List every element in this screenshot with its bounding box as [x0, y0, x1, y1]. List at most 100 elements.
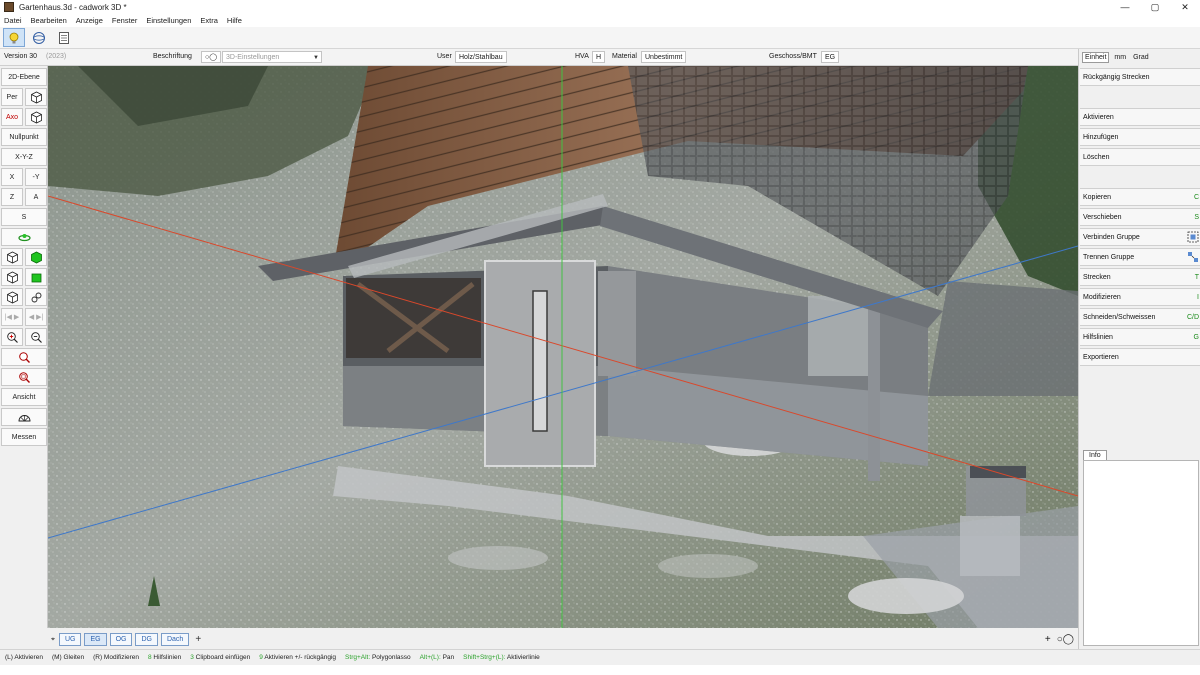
cube-icon	[6, 291, 18, 303]
view-button[interactable]: Ansicht	[1, 388, 47, 406]
add-view-button[interactable]: +	[1045, 634, 1051, 645]
add-button[interactable]: Hinzufügen	[1080, 128, 1200, 146]
corner-post	[868, 306, 880, 481]
pin-icon[interactable]: ⌖	[51, 636, 55, 644]
units-row: Einheit mm Grad	[1079, 49, 1200, 66]
zoom-out-button[interactable]	[25, 328, 47, 346]
point-cloud-scene	[48, 66, 1078, 628]
minimize-button[interactable]: —	[1110, 0, 1140, 14]
zoom-all-button[interactable]	[1, 368, 47, 386]
zoom-out-icon	[30, 331, 42, 343]
undo-stretch-button[interactable]: Rückgängig Strecken	[1080, 68, 1200, 86]
hint-pan: Alt+(L): Pan	[419, 654, 455, 661]
bottom-right-controls: + ○◯	[1045, 631, 1074, 648]
storage-box-lower	[960, 516, 1020, 576]
label-settings-icon[interactable]: ○◯	[201, 51, 222, 63]
activate-button[interactable]: Aktivieren	[1080, 108, 1200, 126]
link-button[interactable]	[25, 288, 47, 306]
cube-small-button[interactable]	[1, 288, 23, 306]
zoom-in-button[interactable]	[1, 328, 23, 346]
hint-guides: 8 Hilfslinien	[147, 654, 182, 661]
separate-group-icon	[1188, 252, 1198, 262]
move-shortcut: S	[1194, 213, 1199, 221]
light-bulb-button[interactable]	[3, 28, 25, 47]
floor-tab-ug[interactable]: UG	[58, 633, 82, 646]
floor-tabs-bar: ⌖ UG EG OG DG Dach + + ○◯	[48, 631, 1078, 648]
floor-tab-dach[interactable]: Dach	[160, 633, 190, 646]
view-neg-y-button[interactable]: -Y	[25, 168, 47, 186]
maximize-button[interactable]: ▢	[1140, 0, 1170, 14]
floor-tab-dg[interactable]: DG	[135, 633, 158, 646]
zoom-all-icon	[18, 371, 30, 383]
copy-button[interactable]: Kopieren C	[1080, 188, 1200, 206]
rotate-view-button[interactable]	[1, 228, 47, 246]
zoom-window-button[interactable]	[1, 348, 47, 366]
cut-weld-shortcut: C/D	[1186, 313, 1199, 321]
cube-perspective-button[interactable]	[25, 88, 47, 106]
green-block-button[interactable]	[25, 268, 47, 286]
xyz-button[interactable]: X-Y-Z	[1, 148, 47, 166]
sphere-button[interactable]	[28, 28, 50, 47]
unit-grad[interactable]: Grad	[1131, 53, 1151, 62]
view-s-button[interactable]: S	[1, 208, 47, 226]
unit-mm[interactable]: mm	[1112, 53, 1128, 62]
main-toolbar	[0, 27, 1200, 49]
raised-bed	[928, 281, 1078, 396]
guide-lines-button[interactable]: Hilfslinien G	[1080, 328, 1200, 346]
view-z-button[interactable]: Z	[1, 188, 23, 206]
view-x-button[interactable]: X	[1, 168, 23, 186]
menu-anzeige[interactable]: Anzeige	[76, 16, 103, 25]
modify-button[interactable]: Modifizieren I	[1080, 288, 1200, 306]
document-button[interactable]	[53, 28, 75, 47]
modify-shortcut: I	[1197, 293, 1199, 301]
measure-button[interactable]: Messen	[1, 428, 47, 446]
stepping-stone	[658, 554, 758, 578]
cube-wire-button[interactable]	[1, 248, 23, 266]
cut-weld-button[interactable]: Schneiden/Schweissen C/D	[1080, 308, 1200, 326]
menu-fenster[interactable]: Fenster	[112, 16, 137, 25]
origin-button[interactable]: Nullpunkt	[1, 128, 47, 146]
menu-extra[interactable]: Extra	[200, 16, 218, 25]
close-button[interactable]: ✕	[1170, 0, 1200, 14]
perspective-button[interactable]: Per	[1, 88, 23, 106]
prev-view-button[interactable]: |◀ ▶	[1, 308, 23, 326]
floor-tab-og[interactable]: OG	[109, 633, 133, 646]
2d-plane-button[interactable]: 2D-Ebene	[1, 68, 47, 86]
axonometric-button[interactable]: Axo	[1, 108, 23, 126]
3d-viewport[interactable]	[48, 66, 1078, 628]
move-button[interactable]: Verschieben S	[1080, 208, 1200, 226]
hint-glide: (M) Gleiten	[51, 654, 85, 661]
view-a-button[interactable]: A	[25, 188, 47, 206]
delete-button[interactable]: Löschen	[1080, 148, 1200, 166]
geschoss-label: Geschoss/BMT	[769, 53, 817, 60]
menu-einstellungen[interactable]: Einstellungen	[146, 16, 191, 25]
cube-outline-button[interactable]	[1, 268, 23, 286]
geschoss-value[interactable]: EG	[821, 51, 840, 63]
menu-datei[interactable]: Datei	[4, 16, 22, 25]
info-tab[interactable]: Info	[1083, 450, 1107, 460]
join-group-button[interactable]: Verbinden Gruppe	[1080, 228, 1200, 246]
menu-bar: Datei Bearbeiten Anzeige Fenster Einstel…	[0, 14, 1200, 27]
cube-axo-button[interactable]	[25, 108, 47, 126]
cube-solid-green-button[interactable]	[25, 248, 47, 266]
separate-group-button[interactable]: Trennen Gruppe	[1080, 248, 1200, 266]
add-floor-button[interactable]: +	[195, 634, 201, 645]
3d-settings-select[interactable]: 3D-Einstellungen ▼	[222, 51, 322, 63]
next-view-button[interactable]: ◀ ▶|	[25, 308, 47, 326]
user-value[interactable]: Holz/Stahlbau	[455, 51, 507, 63]
hint-activate: (L) Aktivieren	[5, 654, 43, 661]
document-icon	[59, 31, 69, 44]
bottom-strip	[0, 665, 1200, 675]
menu-hilfe[interactable]: Hilfe	[227, 16, 242, 25]
floor-tab-eg[interactable]: EG	[84, 633, 107, 646]
menu-bearbeiten[interactable]: Bearbeiten	[31, 16, 67, 25]
units-label[interactable]: Einheit	[1082, 52, 1110, 63]
material-value[interactable]: Unbestimmt	[641, 51, 687, 63]
stretch-shortcut: T	[1194, 273, 1199, 281]
export-button[interactable]: Exportieren	[1080, 348, 1200, 366]
hva-value[interactable]: H	[592, 51, 606, 63]
stepping-stone	[448, 546, 548, 570]
link-view-icon[interactable]: ○◯	[1057, 634, 1074, 645]
view-rotate-button[interactable]	[1, 408, 47, 426]
stretch-button[interactable]: Strecken T	[1080, 268, 1200, 286]
